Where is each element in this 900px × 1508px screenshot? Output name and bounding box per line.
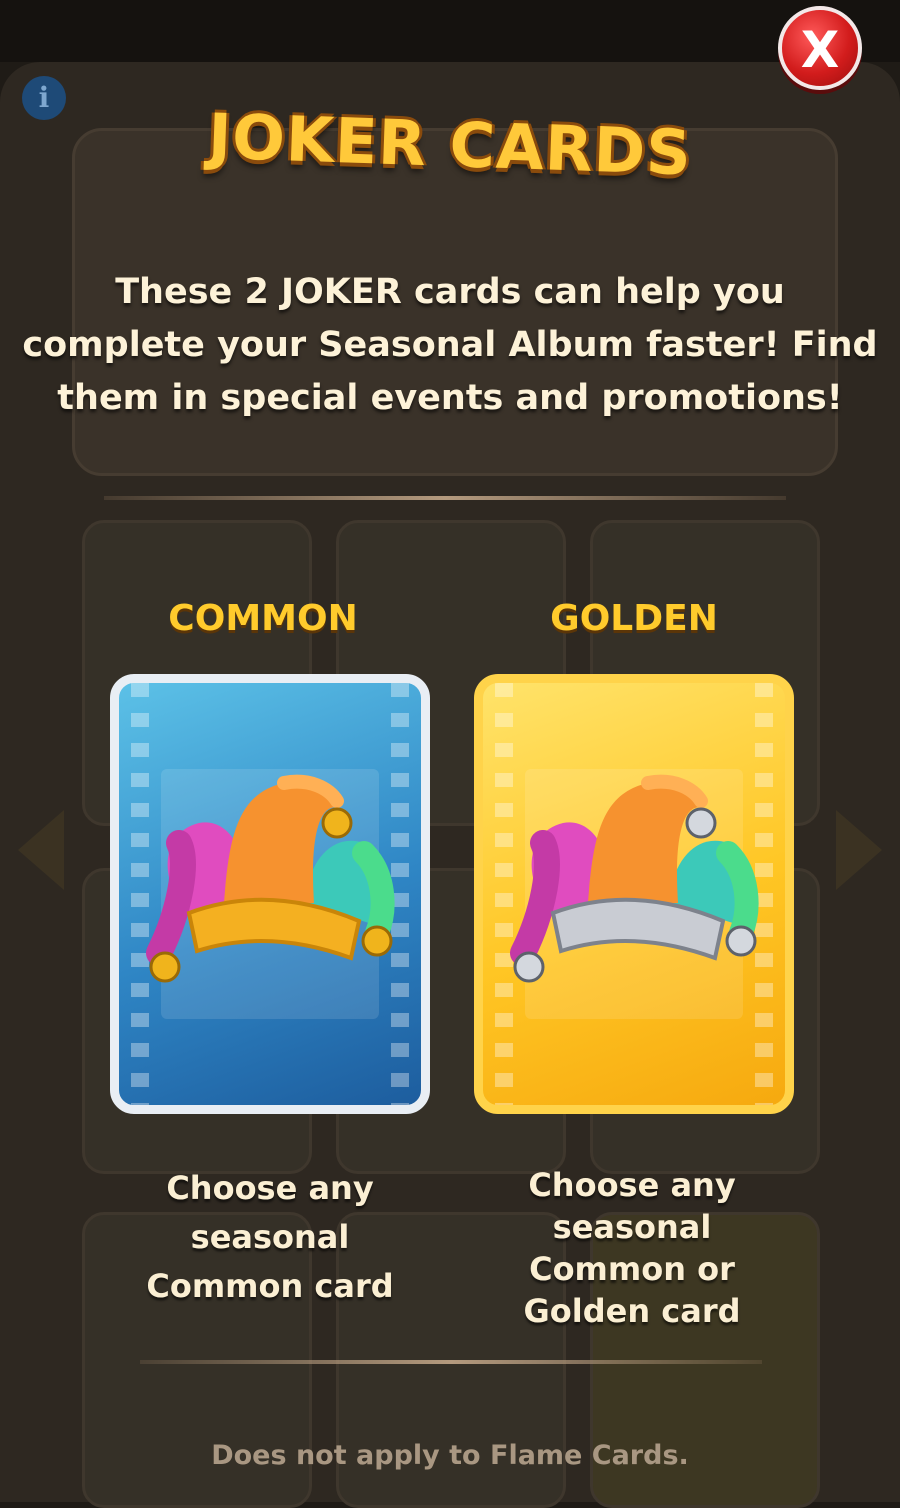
caption-line: Choose any bbox=[166, 1169, 374, 1207]
caption-line: Choose any bbox=[528, 1166, 736, 1204]
background-top-bar bbox=[0, 0, 900, 62]
jester-hat-icon bbox=[146, 774, 395, 983]
caption-line: seasonal bbox=[190, 1218, 350, 1256]
caption-line: Common or bbox=[529, 1250, 735, 1288]
common-card-label: COMMON bbox=[168, 598, 358, 639]
background-next-arrow-icon bbox=[836, 810, 882, 890]
golden-joker-card bbox=[474, 674, 794, 1114]
caption-line: seasonal bbox=[552, 1208, 712, 1246]
caption-line: Golden card bbox=[523, 1292, 741, 1330]
caption-line: Common card bbox=[146, 1267, 394, 1305]
popup-description: These 2 JOKER cards can help you complet… bbox=[22, 272, 878, 418]
common-joker-card bbox=[110, 674, 430, 1114]
common-card-caption: Choose any seasonal Common card bbox=[90, 1164, 450, 1311]
top-divider bbox=[104, 496, 786, 500]
footer-note: Does not apply to Flame Cards. bbox=[211, 1440, 689, 1471]
bottom-divider bbox=[140, 1360, 762, 1364]
jester-hat-icon bbox=[510, 774, 759, 983]
golden-card-caption: Choose any seasonal Common or Golden car… bbox=[452, 1164, 812, 1332]
golden-card-label: GOLDEN bbox=[550, 598, 718, 639]
close-button[interactable]: X bbox=[778, 6, 862, 90]
background-prev-arrow-icon bbox=[18, 810, 64, 890]
